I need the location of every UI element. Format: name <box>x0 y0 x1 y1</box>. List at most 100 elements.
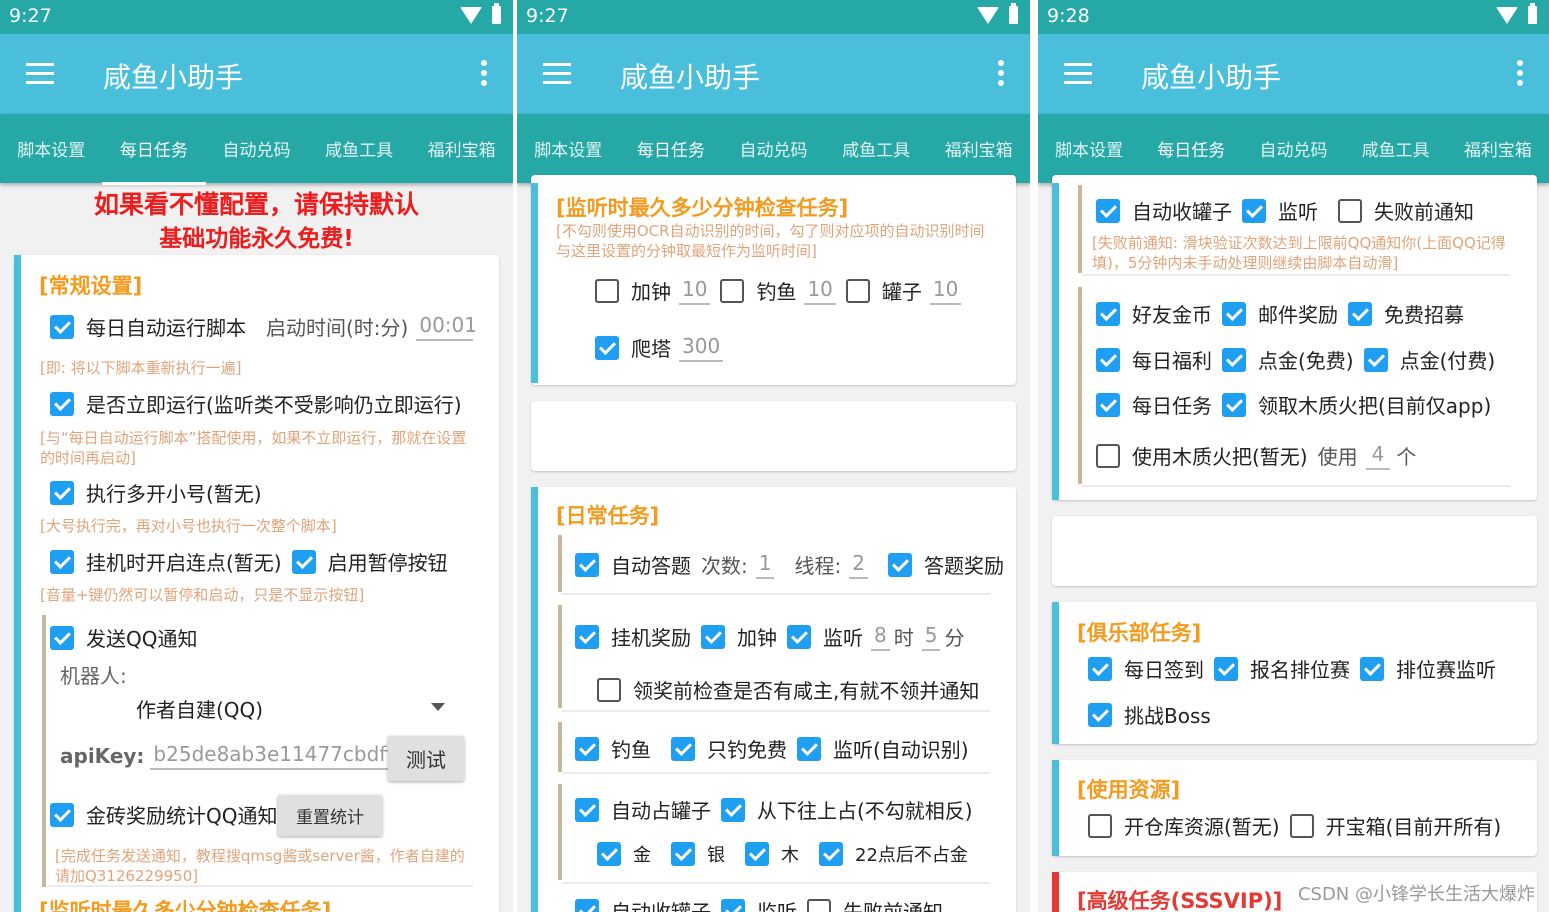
resources-row: 开仓库资源(暂无) 开宝箱(目前开所有) <box>1088 811 1501 840</box>
tab-auto-redeem[interactable]: 自动兑码 <box>1255 136 1331 161</box>
battery-icon <box>1528 3 1537 24</box>
run-now-label: 是否立即运行(监听类不受影响仍立即运行) <box>86 393 462 417</box>
brick-notify-checkbox[interactable] <box>50 802 74 827</box>
pause-button-checkbox[interactable] <box>291 549 316 574</box>
app-title: 咸鱼小助手 <box>103 61 244 94</box>
run-now-checkbox[interactable] <box>50 391 74 416</box>
menu-icon[interactable] <box>1064 63 1092 85</box>
tab-script-settings[interactable]: 脚本设置 <box>1051 136 1127 161</box>
threads-label: 线程: <box>794 554 842 578</box>
hour-input[interactable]: 8 <box>871 623 890 651</box>
more-options-icon[interactable] <box>1517 60 1523 90</box>
tab-daily-tasks[interactable]: 每日任务 <box>101 136 206 185</box>
fail-peek-checkbox[interactable] <box>807 898 831 912</box>
gold-paid-checkbox[interactable] <box>1363 347 1388 372</box>
use-torch-label: 使用木质火把(暂无) <box>1132 445 1308 469</box>
tab-daily-tasks[interactable]: 每日任务 <box>618 136 723 185</box>
use-count-input[interactable]: 4 <box>1365 442 1391 470</box>
warehouse-checkbox[interactable] <box>1088 813 1112 838</box>
section-title-resources: [使用资源] <box>1077 778 1181 802</box>
friend-coin-checkbox[interactable] <box>1096 301 1120 326</box>
occupy-checkbox[interactable] <box>575 797 599 822</box>
tab-auto-redeem[interactable]: 自动兑码 <box>218 136 294 161</box>
mail-checkbox[interactable] <box>1222 301 1246 326</box>
collect-peek-checkbox[interactable] <box>575 898 599 912</box>
tower-checkbox[interactable] <box>595 335 619 360</box>
multi-account-checkbox[interactable] <box>50 480 74 505</box>
tab-welfare-chest[interactable]: 福利宝箱 <box>941 136 1017 161</box>
listen-checkbox[interactable] <box>787 624 811 649</box>
tab-fish-tools[interactable]: 咸鱼工具 <box>1358 136 1434 161</box>
tab-auto-redeem[interactable]: 自动兑码 <box>735 136 811 161</box>
free-recruit-checkbox[interactable] <box>1348 301 1372 326</box>
idle-reward-checkbox[interactable] <box>575 624 599 649</box>
robot-select[interactable]: 作者自建(QQ) <box>136 694 263 723</box>
times-input[interactable]: 1 <box>755 551 775 579</box>
send-qq-checkbox[interactable] <box>50 625 74 650</box>
wifi-icon <box>460 6 482 24</box>
card-accent-red <box>1052 872 1059 912</box>
menu-icon[interactable] <box>26 63 54 85</box>
check-before-checkbox[interactable] <box>597 677 621 702</box>
use-unit: 个 <box>1396 445 1417 469</box>
listen-auto-checkbox[interactable] <box>797 736 821 761</box>
listen-checkbox[interactable] <box>1242 198 1266 223</box>
clock-input[interactable]: 10 <box>679 277 711 305</box>
minute-input[interactable]: 5 <box>921 623 941 651</box>
silver-checkbox[interactable] <box>671 842 695 866</box>
clock-checkbox[interactable] <box>595 278 619 303</box>
signin-checkbox[interactable] <box>1088 656 1112 681</box>
tab-script-settings[interactable]: 脚本设置 <box>530 136 606 161</box>
fishing-checkbox[interactable] <box>575 736 599 761</box>
tower-input[interactable]: 300 <box>679 334 724 362</box>
jar-checkbox[interactable] <box>845 278 870 303</box>
apikey-input[interactable]: b25de8ab3e11477cbdffb <box>150 742 396 770</box>
tab-welfare-chest[interactable]: 福利宝箱 <box>1460 136 1536 161</box>
phone-2: 9:27 咸鱼小助手 脚本设置 每日任务 自动兑码 咸鱼工具 福利宝箱 [监听时… <box>517 0 1030 912</box>
daily-run-checkbox[interactable] <box>50 314 74 339</box>
threads-input[interactable]: 2 <box>849 551 868 579</box>
more-options-icon[interactable] <box>998 60 1004 90</box>
idle-click-checkbox[interactable] <box>50 549 74 574</box>
rank-listen-checkbox[interactable] <box>1360 656 1384 681</box>
use-torch-checkbox[interactable] <box>1096 443 1120 468</box>
minute-unit: 分 <box>944 626 965 650</box>
jar-input[interactable]: 10 <box>929 277 962 305</box>
phone-1: 9:27 咸鱼小助手 脚本设置 每日任务 自动兑码 咸鱼工具 福利宝箱 如果看不… <box>0 0 513 912</box>
tab-fish-tools[interactable]: 咸鱼工具 <box>321 136 397 161</box>
gold-free-checkbox[interactable] <box>1222 347 1246 372</box>
fish-checkbox[interactable] <box>720 278 745 303</box>
fishing-row: 钓鱼 只钓免费 监听(自动识别) <box>575 734 969 763</box>
app-bar: 咸鱼小助手 <box>517 34 1030 114</box>
test-button[interactable]: 测试 <box>388 736 464 781</box>
tab-fish-tools[interactable]: 咸鱼工具 <box>838 136 914 161</box>
clock2-checkbox[interactable] <box>701 624 725 649</box>
rank-signup-checkbox[interactable] <box>1214 656 1238 681</box>
gold-checkbox[interactable] <box>597 842 621 866</box>
free-only-checkbox[interactable] <box>671 736 695 761</box>
bottom-up-checkbox[interactable] <box>721 797 745 822</box>
more-options-icon[interactable] <box>481 60 487 90</box>
listen-peek-checkbox[interactable] <box>721 898 745 912</box>
quiz-checkbox[interactable] <box>575 552 599 577</box>
quiz-reward-checkbox[interactable] <box>887 552 912 577</box>
menu-icon[interactable] <box>543 63 571 85</box>
start-time-input[interactable]: 00:01 <box>416 313 477 341</box>
daily-task-checkbox[interactable] <box>1096 392 1120 417</box>
after22-checkbox[interactable] <box>819 842 843 866</box>
chest-checkbox[interactable] <box>1289 813 1314 838</box>
tab-welfare-chest[interactable]: 福利宝箱 <box>424 136 500 161</box>
torch-checkbox[interactable] <box>1222 392 1246 417</box>
collect-checkbox[interactable] <box>1096 198 1120 223</box>
tab-daily-tasks[interactable]: 每日任务 <box>1139 136 1244 185</box>
hint-rerun: [即: 将以下脚本重新执行一遍] <box>40 359 242 377</box>
dropdown-arrow-icon[interactable] <box>431 703 445 711</box>
daily-welfare-checkbox[interactable] <box>1096 347 1120 372</box>
fail-notify-checkbox[interactable] <box>1338 198 1362 223</box>
wood-checkbox[interactable] <box>745 842 769 866</box>
fish-input[interactable]: 10 <box>804 277 836 305</box>
wifi-icon <box>1496 6 1518 24</box>
boss-checkbox[interactable] <box>1088 702 1112 727</box>
reset-stats-button[interactable]: 重置统计 <box>278 795 382 836</box>
tab-script-settings[interactable]: 脚本设置 <box>13 136 89 161</box>
